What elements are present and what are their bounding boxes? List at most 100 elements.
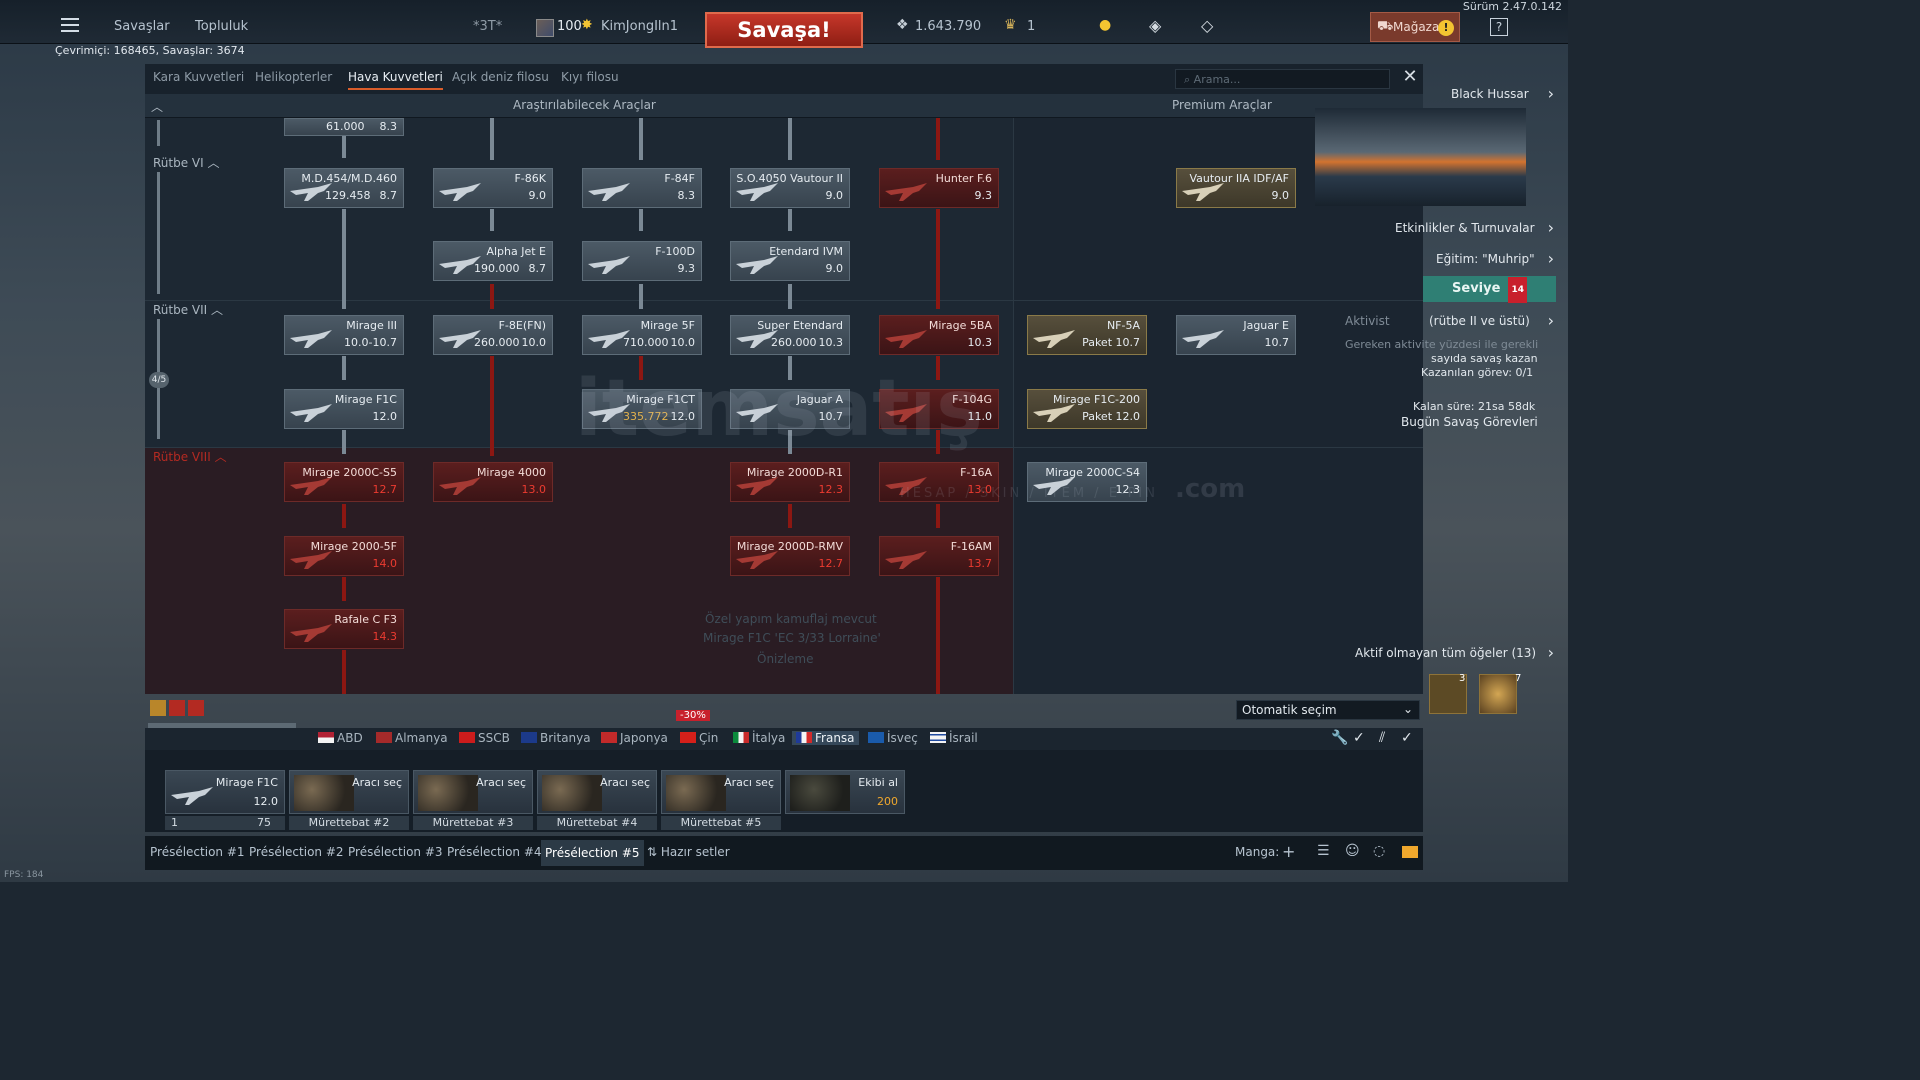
nation-japan[interactable]: Japonya — [601, 731, 668, 745]
tab-bluewater-fleet[interactable]: Açık deniz filosu — [452, 70, 549, 84]
vehicle-card-previous[interactable]: 61.000 8.3 — [284, 118, 404, 136]
daily-battle-tasks[interactable]: Bugün Savaş Görevleri — [1401, 415, 1538, 429]
chevron-right-icon[interactable]: › — [1548, 84, 1554, 103]
crew-portrait — [542, 775, 602, 811]
events-and-tournaments[interactable]: Etkinlikler & Turnuvalar — [1395, 221, 1535, 235]
vehicle-card-mirage-f1c[interactable]: Mirage F1C 12.0 — [284, 389, 404, 429]
shop-button[interactable]: ⛟ Mağaza ! — [1370, 12, 1460, 42]
research-bonus-icons[interactable] — [150, 700, 208, 718]
researchable-header: Araştırılabilecek Araçlar — [513, 98, 656, 112]
crew-slot-4[interactable]: Aracı seç — [537, 770, 657, 814]
rank-7-label[interactable]: Rütbe VII ︿ — [153, 301, 223, 318]
lightbulb-icon[interactable]: ● — [1099, 17, 1111, 33]
crew-slot-1[interactable]: Mirage F1C 12.0 — [165, 770, 285, 814]
vehicle-card-mirage-5ba[interactable]: Mirage 5BA 10.3 — [879, 315, 999, 355]
nation-germany[interactable]: Almanya — [376, 731, 448, 745]
crew-slot-2[interactable]: Aracı seç — [289, 770, 409, 814]
chevron-right-icon[interactable]: › — [1548, 311, 1554, 330]
vehicle-card-mirage-iii[interactable]: Mirage III 10.0-10.7 — [284, 315, 404, 355]
vehicle-card-mirage-f1c200-pack[interactable]: Mirage F1C-200 Paket 12.0 — [1027, 389, 1147, 429]
checkmark-icon[interactable]: ✓ — [1353, 730, 1365, 746]
close-icon[interactable]: ✕ — [1400, 68, 1420, 88]
mail-icon[interactable] — [1402, 846, 1418, 858]
preset-3[interactable]: Présélection #3 — [348, 845, 443, 859]
preset-5[interactable]: Présélection #5 — [541, 840, 644, 866]
vehicle-card-md454[interactable]: M.D.454/M.D.460 129.458 8.7 — [284, 168, 404, 208]
crew-portrait — [294, 775, 354, 811]
inactive-items[interactable]: Aktif olmayan tüm öğeler (13) — [1355, 646, 1536, 660]
list-icon[interactable]: ☰ — [1317, 843, 1330, 859]
nation-israel[interactable]: İsrail — [930, 731, 978, 745]
search-input[interactable]: ⌕ Arama... — [1175, 69, 1390, 89]
vehicle-card-f100d[interactable]: F-100D 9.3 — [582, 241, 702, 281]
vehicle-card-jaguar-e[interactable]: Jaguar E 10.7 — [1176, 315, 1296, 355]
chevron-right-icon[interactable]: › — [1548, 218, 1554, 237]
nation-ussr[interactable]: SSCB — [459, 731, 510, 745]
medal-item-icon[interactable] — [1479, 674, 1517, 714]
wrench-icon[interactable]: 🔧 — [1331, 730, 1348, 746]
vehicle-card-mirage-2000d-r1[interactable]: Mirage 2000D-R1 12.3 — [730, 462, 850, 502]
menu-icon[interactable] — [61, 18, 79, 32]
jet-icon — [439, 183, 481, 201]
tab-aviation[interactable]: Hava Kuvvetleri — [348, 70, 443, 90]
contacts-icon[interactable]: ☺ — [1345, 843, 1360, 859]
vehicle-card-hunter-f6[interactable]: Hunter F.6 9.3 — [879, 168, 999, 208]
tab-helicopters[interactable]: Helikopterler — [255, 70, 332, 84]
add-squad-icon[interactable]: + — [1282, 842, 1295, 861]
tab-coastal-fleet[interactable]: Kıyı filosu — [561, 70, 619, 84]
battles-menu[interactable]: Savaşlar — [114, 19, 170, 34]
preset-2[interactable]: Présélection #2 — [249, 845, 344, 859]
avatar[interactable] — [536, 19, 554, 37]
vehicle-card-mirage-2000c-s5[interactable]: Mirage 2000C-S5 12.7 — [284, 462, 404, 502]
battle-button[interactable]: Savaşa! — [705, 12, 863, 48]
rank-8-label[interactable]: Rütbe VIII ︿ — [153, 448, 227, 465]
nation-sweden[interactable]: İsveç — [868, 731, 918, 745]
tree-connector — [639, 118, 643, 160]
vehicle-card-etendard-ivm[interactable]: Etendard IVM 9.0 — [730, 241, 850, 281]
rank-6-label[interactable]: Rütbe VI ︿ — [153, 154, 220, 171]
collapse-icon[interactable]: ︿ — [151, 98, 163, 115]
vehicle-card-rafale-c-f3[interactable]: Rafale C F3 14.3 — [284, 609, 404, 649]
nation-britain[interactable]: Britanya — [521, 731, 591, 745]
ticket-icon[interactable]: ◇ — [1201, 16, 1213, 35]
nation-italy[interactable]: İtalya — [733, 731, 785, 745]
nation-france[interactable]: Fransa — [792, 731, 859, 745]
chevron-right-icon[interactable]: › — [1548, 249, 1554, 268]
crew-slot-5[interactable]: Aracı seç — [661, 770, 781, 814]
nation-usa[interactable]: ABD — [318, 731, 363, 745]
crew-slot-3[interactable]: Aracı seç — [413, 770, 533, 814]
ammo-icon[interactable]: ⫽ — [1379, 730, 1385, 746]
vehicle-card-super-etendard[interactable]: Super Etendard 260.000 10.3 — [730, 315, 850, 355]
chevron-right-icon[interactable]: › — [1548, 643, 1554, 662]
checkmark-icon[interactable]: ✓ — [1401, 730, 1413, 746]
vehicle-card-f8e-fn[interactable]: F-8E(FN) 260.000 10.0 — [433, 315, 553, 355]
preset-4[interactable]: Présélection #4 — [447, 845, 542, 859]
player-nickname[interactable]: KimJongIln1 — [601, 19, 678, 34]
chat-icon[interactable]: ◌ — [1373, 843, 1385, 859]
vehicle-card-f84f[interactable]: F-84F 8.3 — [582, 168, 702, 208]
vehicle-card-mirage-2000d-rmv[interactable]: Mirage 2000D-RMV 12.7 — [730, 536, 850, 576]
buy-crew-slot[interactable]: Ekibi al 200 — [785, 770, 905, 814]
vehicle-card-alpha-jet-e[interactable]: Alpha Jet E 190.000 8.7 — [433, 241, 553, 281]
vehicle-card-mirage-5f[interactable]: Mirage 5F 710.000 10.0 — [582, 315, 702, 355]
preset-select[interactable]: Otomatik seçim ⌄ — [1236, 700, 1420, 720]
vehicle-card-vautour-ii[interactable]: S.O.4050 Vautour II 9.0 — [730, 168, 850, 208]
battle-pass-level[interactable]: Seviye 14 — [1423, 276, 1556, 303]
vehicle-card-mirage-4000[interactable]: Mirage 4000 13.0 — [433, 462, 553, 502]
vehicle-card-nf5a-pack[interactable]: NF-5A Paket 10.7 — [1027, 315, 1147, 355]
vehicle-card-f16am[interactable]: F-16AM 13.7 — [879, 536, 999, 576]
help-icon[interactable]: ? — [1490, 18, 1508, 36]
ready-sets[interactable]: ⇅ Hazır setler — [647, 845, 730, 859]
vehicle-card-f86k[interactable]: F-86K 9.0 — [433, 168, 553, 208]
community-menu[interactable]: Topluluk — [195, 19, 248, 34]
tab-ground[interactable]: Kara Kuvvetleri — [153, 70, 244, 84]
camo-preview-link[interactable]: Önizleme — [757, 652, 813, 666]
vehicle-card-mirage-2000-5f[interactable]: Mirage 2000-5F 14.0 — [284, 536, 404, 576]
black-hussar-ship-image[interactable] — [1315, 108, 1526, 206]
event-black-hussar[interactable]: Black Hussar — [1451, 87, 1586, 101]
jet-icon — [885, 330, 927, 348]
preset-1[interactable]: Présélection #1 — [150, 845, 245, 859]
nation-china[interactable]: Çin — [680, 731, 718, 745]
diamond-icon[interactable]: ◈ — [1149, 16, 1161, 35]
vehicle-card-vautour-iia-premium[interactable]: Vautour IIA IDF/AF 9.0 — [1176, 168, 1296, 208]
